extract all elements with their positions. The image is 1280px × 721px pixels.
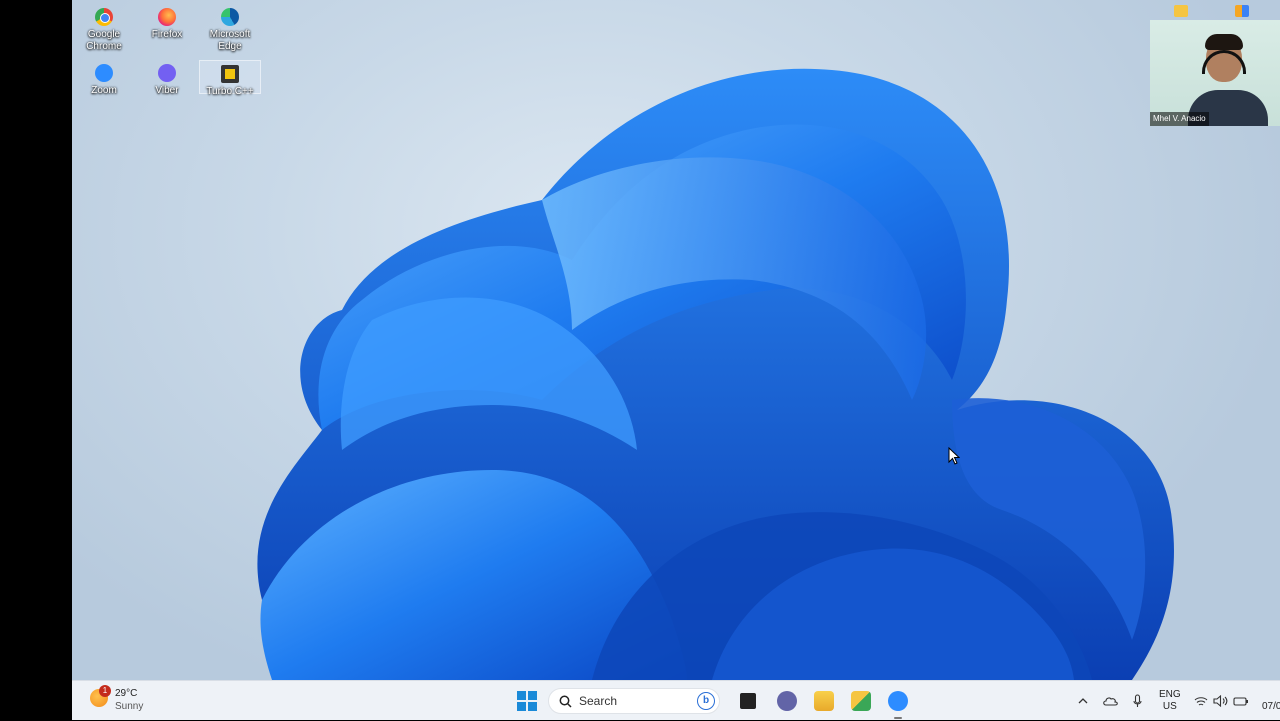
participant-name: Mhel V. Anacio: [1150, 112, 1209, 126]
taskbar: 1 29°C Sunny Search b ENG US 07/0: [72, 680, 1280, 720]
folder-icon[interactable]: [1174, 5, 1188, 17]
clock[interactable]: 07/0: [1262, 681, 1280, 721]
windows-logo-icon: [517, 691, 526, 700]
search-box[interactable]: Search b: [548, 688, 720, 714]
chrome-icon: [95, 8, 113, 26]
webcam-video-tile[interactable]: Mhel V. Anacio: [1150, 20, 1280, 126]
desktop-icon-label: Google Chrome: [86, 29, 122, 52]
onedrive-icon[interactable]: [1103, 681, 1118, 721]
bing-icon[interactable]: b: [697, 692, 715, 710]
start-button[interactable]: [517, 691, 537, 711]
desktop[interactable]: Google Chrome Firefox Microsoft Edge Zoo…: [72, 0, 1280, 680]
running-indicator: [894, 717, 902, 719]
volume-icon[interactable]: [1213, 681, 1228, 721]
keyboard-region: US: [1162, 701, 1177, 712]
zoom-icon: [95, 64, 113, 82]
weather-condition: Sunny: [115, 701, 144, 712]
app-icon[interactable]: [851, 691, 871, 711]
desktop-icon-zoom[interactable]: Zoom: [73, 60, 135, 97]
desktop-icon-label: Zoom: [91, 85, 117, 96]
desktop-icon-label: Firefox: [151, 29, 183, 40]
viber-icon: [158, 64, 176, 82]
desktop-icon-turbo-cpp[interactable]: Turbo C++: [199, 60, 261, 97]
app-icon[interactable]: [1235, 5, 1249, 17]
windows-bloom-wallpaper: [257, 68, 1174, 680]
desktop-icon-label: Microsoft Edge: [209, 29, 251, 52]
weather-temp: 29°C: [115, 688, 138, 699]
task-view-icon[interactable]: [740, 693, 756, 709]
zoom-taskbar-icon[interactable]: [888, 691, 908, 711]
date-text: 07/0: [1262, 701, 1280, 712]
desktop-icon-label: Turbo C++: [206, 86, 254, 97]
microphone-icon[interactable]: [1133, 681, 1142, 721]
desktop-icon-label: Viber: [155, 85, 179, 96]
weather-widget[interactable]: 1 29°C Sunny: [72, 681, 172, 721]
file-explorer-icon[interactable]: [814, 691, 834, 711]
desktop-icon-viber[interactable]: Viber: [136, 60, 198, 97]
desktop-icon-chrome[interactable]: Google Chrome: [73, 4, 135, 53]
desktop-icon-edge[interactable]: Microsoft Edge: [199, 4, 261, 53]
show-hidden-icons-chevron-up-icon[interactable]: [1078, 681, 1088, 721]
wifi-icon[interactable]: [1194, 681, 1208, 721]
desktop-icon-firefox[interactable]: Firefox: [136, 4, 198, 41]
participant-hair: [1205, 34, 1243, 50]
mouse-cursor-icon: [948, 447, 960, 465]
teams-chat-icon[interactable]: [777, 691, 797, 711]
search-icon: [559, 695, 572, 708]
firefox-icon: [158, 8, 176, 26]
language-code: ENG: [1159, 689, 1181, 700]
language-indicator[interactable]: ENG US: [1159, 681, 1181, 721]
battery-icon[interactable]: [1233, 681, 1249, 721]
screen-share-left-border: [0, 0, 72, 720]
turbo-cpp-icon: [221, 65, 239, 83]
edge-icon: [221, 8, 239, 26]
notification-badge: 1: [99, 685, 111, 697]
search-label: Search: [579, 694, 618, 708]
